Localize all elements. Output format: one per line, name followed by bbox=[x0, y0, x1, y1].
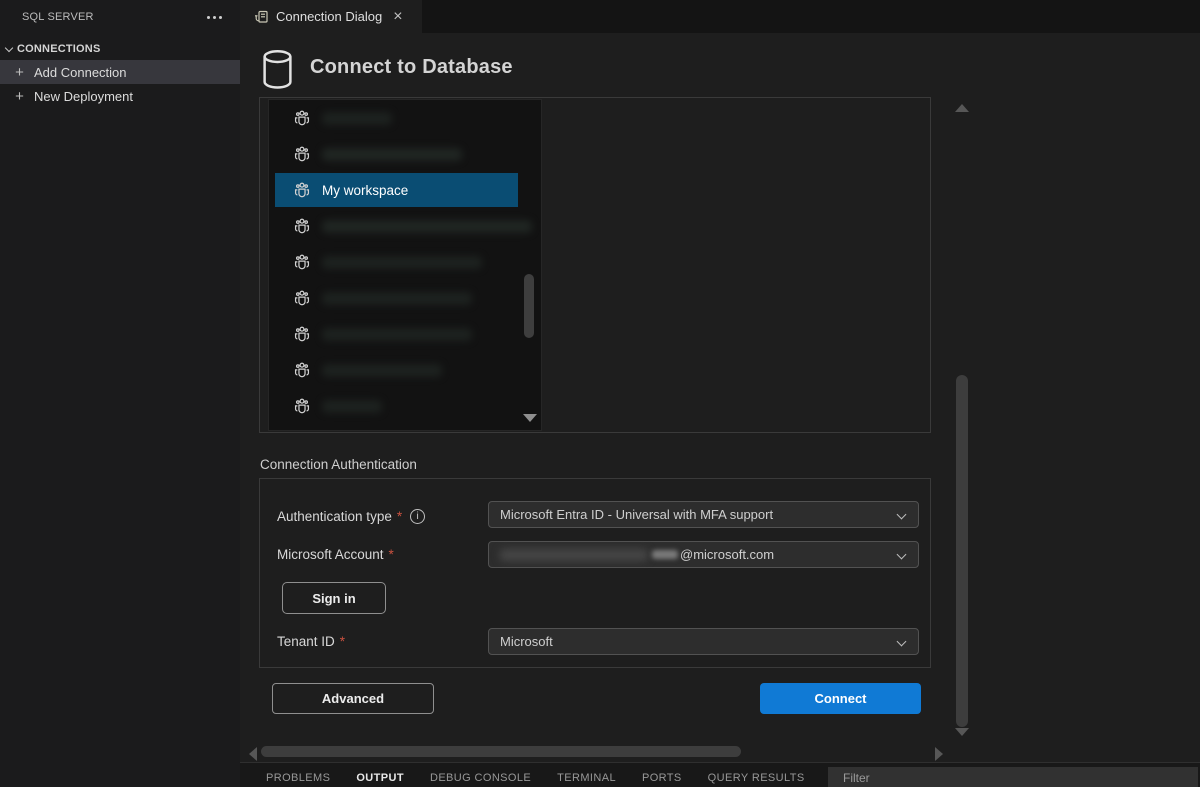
workspace-list-item[interactable] bbox=[269, 136, 541, 172]
chevron-down-icon bbox=[5, 43, 13, 51]
panel-tab-strip: PROBLEMS OUTPUT DEBUG CONSOLE TERMINAL PORTS… bbox=[266, 772, 805, 784]
account-value: @microsoft.com bbox=[680, 547, 774, 562]
workspace-list-item[interactable] bbox=[269, 316, 541, 352]
workspace-label: My workspace bbox=[322, 183, 408, 198]
redacted-text bbox=[322, 364, 442, 377]
sidebar-item-label: Add Connection bbox=[34, 65, 127, 80]
redacted-text bbox=[322, 220, 532, 233]
workspace-list: My workspace bbox=[268, 99, 542, 431]
workspace-list-item[interactable] bbox=[269, 352, 541, 388]
tab-connection-dialog[interactable]: Connection Dialog × bbox=[240, 0, 422, 33]
connection-dialog-webview: Connect to Database bbox=[240, 33, 1200, 787]
tab-label: Connection Dialog bbox=[276, 9, 382, 24]
auth-type-value: Microsoft Entra ID - Universal with MFA … bbox=[500, 507, 773, 522]
connections-section-label: CONNECTIONS bbox=[17, 43, 100, 55]
tab-bar: Connection Dialog × bbox=[240, 0, 1200, 33]
panel-tab-terminal[interactable]: TERMINAL bbox=[557, 772, 616, 784]
connection-dialog-icon bbox=[253, 9, 269, 25]
bottom-panel: PROBLEMS OUTPUT DEBUG CONSOLE TERMINAL PORTS… bbox=[240, 762, 1200, 787]
redacted-text bbox=[322, 292, 472, 305]
chevron-down-icon bbox=[897, 637, 907, 647]
advanced-button[interactable]: Advanced bbox=[272, 683, 434, 714]
team-icon bbox=[293, 289, 311, 307]
redacted-text bbox=[500, 549, 648, 561]
workspace-list-item[interactable]: My workspace bbox=[275, 173, 518, 207]
redacted-text bbox=[322, 400, 382, 413]
workspace-list-item[interactable] bbox=[269, 280, 541, 316]
redacted-text bbox=[652, 550, 678, 559]
workspace-list-item[interactable] bbox=[269, 208, 541, 244]
vscode-window: SQL SERVER CONNECTIONS + Add Connection … bbox=[0, 0, 1200, 787]
redacted-text bbox=[322, 256, 482, 269]
plus-icon: + bbox=[13, 65, 26, 80]
sidebar: SQL SERVER CONNECTIONS + Add Connection … bbox=[0, 0, 240, 787]
required-marker: * bbox=[389, 547, 394, 562]
workspace-browser-panel: My workspace bbox=[259, 97, 931, 433]
connections-section-header[interactable]: CONNECTIONS bbox=[0, 38, 240, 60]
account-dropdown[interactable]: @microsoft.com bbox=[488, 541, 919, 568]
redacted-text bbox=[322, 328, 472, 341]
panel-tab-problems[interactable]: PROBLEMS bbox=[266, 772, 330, 784]
sidebar-title: SQL SERVER bbox=[22, 11, 203, 23]
panel-tab-debug-console[interactable]: DEBUG CONSOLE bbox=[430, 772, 531, 784]
workspace-list-item[interactable] bbox=[269, 388, 541, 424]
close-icon[interactable]: × bbox=[393, 9, 402, 25]
horizontal-scrollbar-thumb[interactable] bbox=[261, 746, 741, 757]
chevron-down-icon bbox=[897, 510, 907, 520]
sidebar-item-add-connection[interactable]: + Add Connection bbox=[0, 60, 240, 84]
sidebar-header: SQL SERVER bbox=[0, 0, 240, 34]
workspace-list-item[interactable] bbox=[269, 100, 541, 136]
section-title: Connection Authentication bbox=[260, 457, 417, 472]
workspace-list-item[interactable] bbox=[269, 244, 541, 280]
team-icon bbox=[293, 217, 311, 235]
connect-button[interactable]: Connect bbox=[760, 683, 921, 714]
filter-input[interactable] bbox=[828, 767, 1198, 787]
page-title: Connect to Database bbox=[310, 56, 513, 79]
team-icon bbox=[293, 397, 311, 415]
account-label: Microsoft Account * bbox=[277, 547, 394, 562]
tenant-dropdown[interactable]: Microsoft bbox=[488, 628, 919, 655]
scroll-up-icon[interactable] bbox=[955, 104, 969, 112]
auth-type-dropdown[interactable]: Microsoft Entra ID - Universal with MFA … bbox=[488, 501, 919, 528]
authentication-panel: Authentication type * i Microsoft Entra … bbox=[259, 478, 931, 668]
team-icon bbox=[293, 325, 311, 343]
scroll-left-icon[interactable] bbox=[249, 747, 257, 761]
required-marker: * bbox=[397, 509, 402, 524]
redacted-text bbox=[322, 148, 462, 161]
database-icon bbox=[261, 49, 294, 91]
tenant-label: Tenant ID * bbox=[277, 634, 345, 649]
list-scrollbar-thumb[interactable] bbox=[524, 274, 534, 338]
panel-tab-ports[interactable]: PORTS bbox=[642, 772, 682, 784]
info-icon[interactable]: i bbox=[410, 509, 425, 524]
sidebar-item-label: New Deployment bbox=[34, 89, 133, 104]
sign-in-button[interactable]: Sign in bbox=[282, 582, 386, 614]
chevron-down-icon bbox=[897, 550, 907, 560]
list-scroll-down-icon[interactable] bbox=[523, 414, 537, 422]
team-icon bbox=[293, 361, 311, 379]
more-actions-icon[interactable] bbox=[203, 12, 226, 23]
scroll-right-icon[interactable] bbox=[935, 747, 943, 761]
required-marker: * bbox=[340, 634, 345, 649]
redacted-text bbox=[322, 112, 392, 125]
panel-tab-output[interactable]: OUTPUT bbox=[356, 772, 404, 784]
plus-icon: + bbox=[13, 89, 26, 104]
sidebar-item-new-deployment[interactable]: + New Deployment bbox=[0, 84, 240, 108]
tenant-value: Microsoft bbox=[500, 634, 553, 649]
team-icon bbox=[293, 145, 311, 163]
scroll-down-icon[interactable] bbox=[955, 728, 969, 736]
panel-tab-query-results[interactable]: QUERY RESULTS bbox=[708, 772, 805, 784]
team-icon bbox=[293, 109, 311, 127]
team-icon bbox=[293, 253, 311, 271]
vertical-scrollbar-thumb[interactable] bbox=[956, 375, 968, 727]
auth-type-label: Authentication type * i bbox=[277, 509, 425, 524]
team-icon bbox=[293, 181, 311, 199]
